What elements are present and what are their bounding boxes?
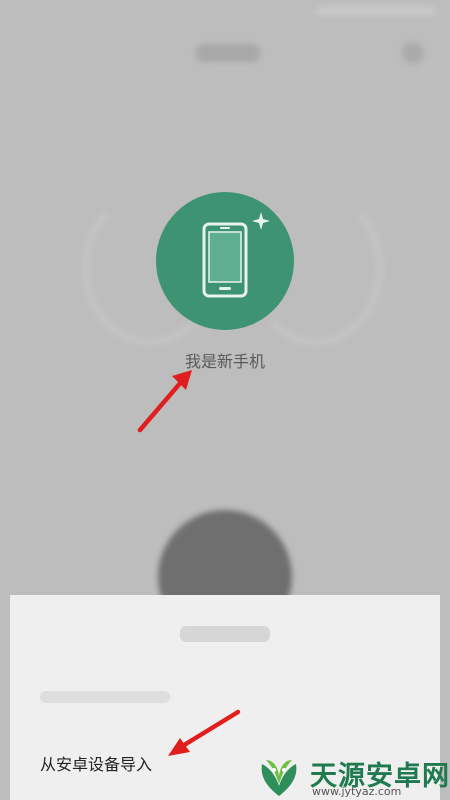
topbar-right-button[interactable]	[402, 42, 424, 64]
topbar-title	[196, 44, 260, 62]
red-arrow-icon	[168, 709, 241, 756]
new-phone-label[interactable]: 我是新手机	[0, 348, 450, 372]
watermark: 天源安卓网 www.jytyaz.com	[252, 746, 450, 800]
sparkle-icon	[252, 212, 270, 230]
red-arrow-icon	[137, 370, 192, 433]
phone-icon	[202, 222, 248, 298]
option-import-android[interactable]: 从安卓设备导入	[40, 751, 152, 775]
watermark-url: www.jytyaz.com	[312, 785, 402, 798]
sheet-title	[180, 626, 270, 642]
android-logo-icon	[261, 760, 297, 796]
status-icons	[316, 6, 436, 16]
status-bar	[0, 0, 450, 24]
option-import-other[interactable]	[40, 691, 170, 703]
